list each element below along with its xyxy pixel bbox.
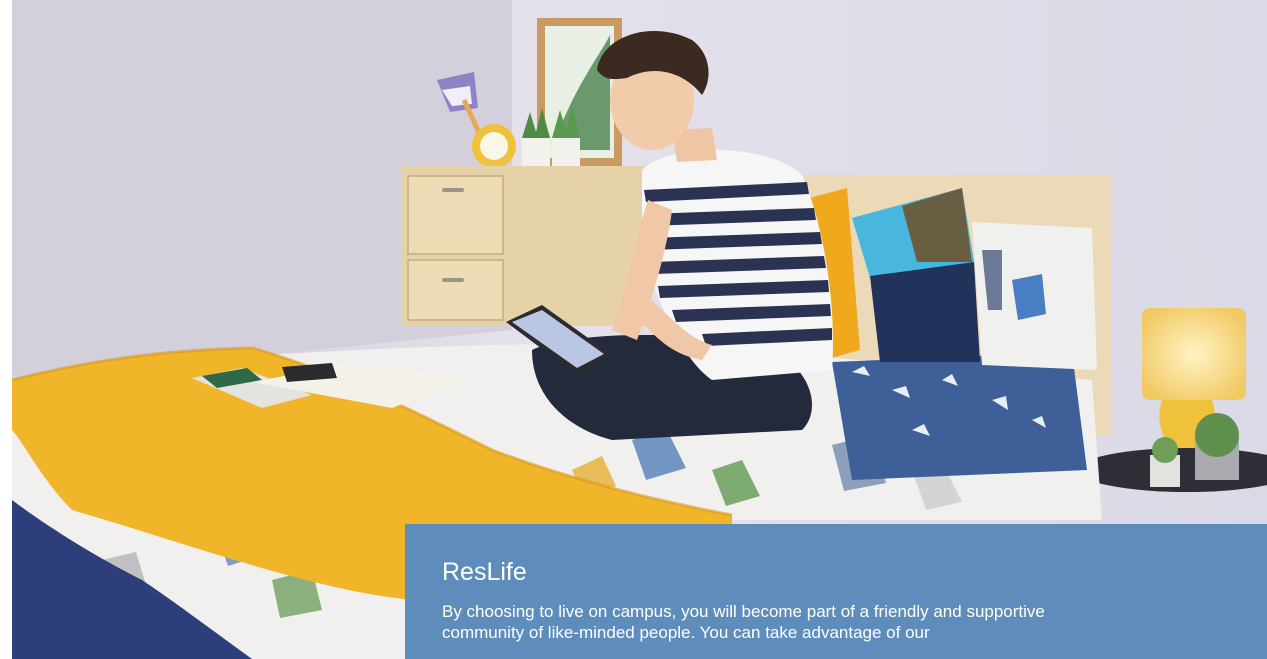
reslife-card: ResLife By choosing to live on campus, y… xyxy=(405,524,1267,659)
card-body: By choosing to live on campus, you will … xyxy=(442,601,1045,642)
pillows xyxy=(802,188,1097,480)
bedside-drawers xyxy=(402,166,647,326)
card-title: ResLife xyxy=(442,558,527,586)
